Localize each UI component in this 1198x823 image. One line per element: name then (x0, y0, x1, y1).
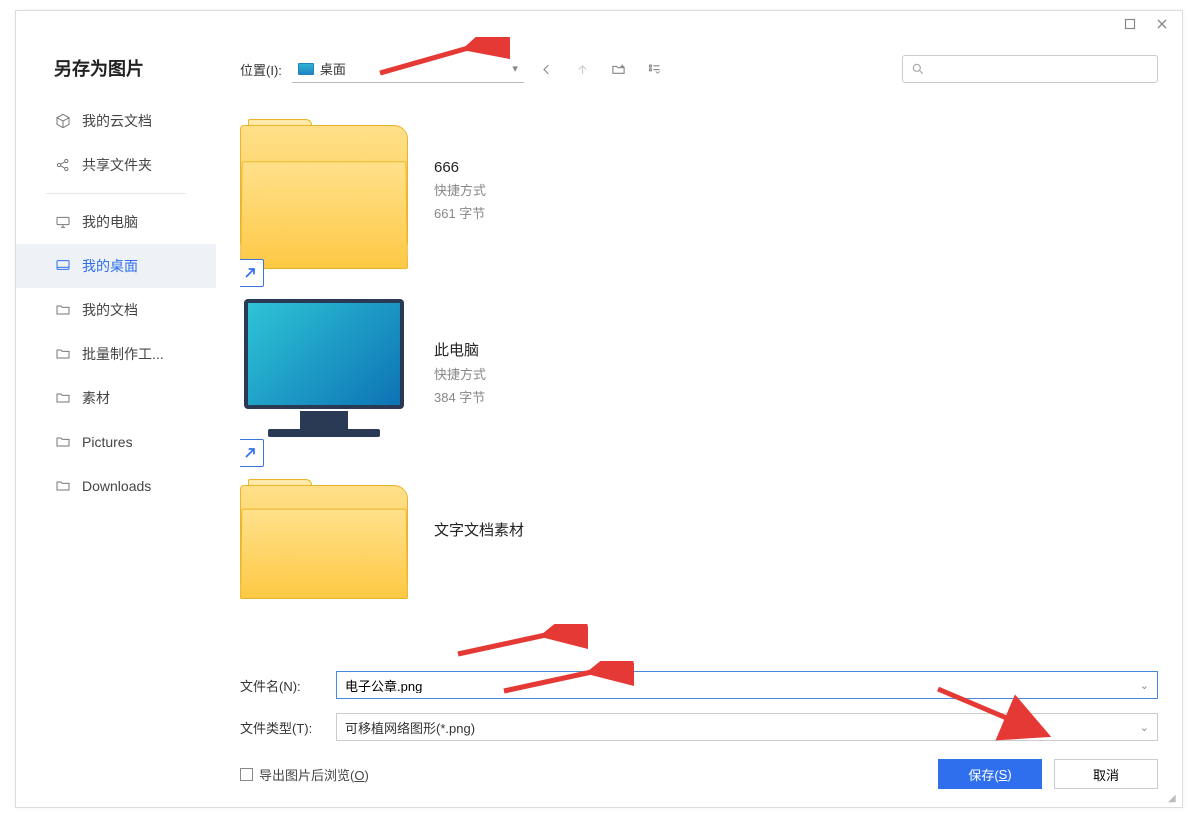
folder-icon (54, 389, 72, 407)
computer-thumbnail (240, 299, 416, 449)
sidebar: 另存为图片 我的云文档 共享文件夹 我的电脑 (16, 37, 216, 807)
file-size: 661 字节 (434, 203, 486, 222)
sidebar-item-documents[interactable]: 我的文档 (16, 288, 216, 332)
new-folder-button[interactable] (606, 56, 632, 82)
sidebar-item-computer[interactable]: 我的电脑 (16, 200, 216, 244)
file-name: 666 (434, 159, 486, 176)
folder-thumbnail (240, 479, 416, 599)
sidebar-item-label: Downloads (82, 478, 151, 494)
sidebar-item-label: 批量制作工... (82, 344, 164, 364)
desktop-icon (54, 257, 72, 275)
filetype-value: 可移植网络图形(*.png) (345, 718, 475, 737)
dialog-body: 另存为图片 我的云文档 共享文件夹 我的电脑 (16, 37, 1182, 807)
folder-icon (54, 345, 72, 363)
close-button[interactable] (1152, 14, 1172, 34)
preview-checkbox[interactable]: 导出图片后浏览(O) (240, 765, 369, 784)
sidebar-item-label: Pictures (82, 434, 133, 450)
sidebar-item-shared[interactable]: 共享文件夹 (16, 143, 216, 187)
back-button[interactable] (534, 56, 560, 82)
sidebar-item-desktop[interactable]: 我的桌面 (16, 244, 216, 288)
annotation-arrow (370, 37, 510, 83)
cancel-button[interactable]: 取消 (1054, 759, 1158, 789)
maximize-button[interactable] (1120, 14, 1140, 34)
sidebar-item-downloads[interactable]: Downloads (16, 464, 216, 508)
dialog-window: 另存为图片 我的云文档 共享文件夹 我的电脑 (15, 10, 1183, 808)
sidebar-item-label: 我的桌面 (82, 256, 138, 276)
file-meta: 此电脑 快捷方式 384 字节 (434, 299, 486, 406)
sidebar-item-batch[interactable]: 批量制作工... (16, 332, 216, 376)
sidebar-item-label: 共享文件夹 (82, 155, 152, 175)
sidebar-item-label: 我的云文档 (82, 111, 152, 131)
location-label: 位置(I): (240, 60, 282, 79)
folder-icon (54, 477, 72, 495)
file-item[interactable]: 文字文档素材 (240, 479, 1158, 599)
filename-label: 文件名(N): (240, 676, 324, 695)
file-meta: 666 快捷方式 661 字节 (434, 119, 486, 222)
filetype-label: 文件类型(T): (240, 718, 324, 737)
shortcut-icon (240, 259, 264, 287)
folder-icon (54, 433, 72, 451)
search-box[interactable] (902, 55, 1158, 83)
file-list[interactable]: 666 快捷方式 661 字节 此电脑 (240, 89, 1158, 667)
folder-icon (54, 301, 72, 319)
chevron-down-icon[interactable]: ⌄ (1140, 721, 1149, 734)
file-meta: 文字文档素材 (434, 479, 524, 540)
main-panel: 位置(I): 桌面 ▾ (216, 37, 1182, 807)
file-item[interactable]: 此电脑 快捷方式 384 字节 (240, 299, 1158, 449)
resize-grip[interactable] (1168, 793, 1180, 805)
checkbox-box (240, 768, 253, 781)
file-item[interactable]: 666 快捷方式 661 字节 (240, 119, 1158, 269)
view-mode-button[interactable] (642, 56, 668, 82)
sidebar-item-pictures[interactable]: Pictures (16, 420, 216, 464)
annotation-arrow (494, 661, 634, 701)
shortcut-icon (240, 439, 264, 467)
sidebar-item-cloud-docs[interactable]: 我的云文档 (16, 99, 216, 143)
computer-icon (54, 213, 72, 231)
location-value: 桌面 (320, 59, 346, 78)
action-row: 导出图片后浏览(O) 保存(S) 取消 (240, 759, 1158, 789)
search-input[interactable] (931, 62, 1149, 76)
cube-icon (54, 112, 72, 130)
desktop-icon (298, 63, 314, 75)
sidebar-item-label: 素材 (82, 388, 110, 408)
file-name: 此电脑 (434, 339, 486, 360)
checkbox-label: 导出图片后浏览(O) (259, 765, 369, 784)
up-button[interactable] (570, 56, 596, 82)
dialog-title: 另存为图片 (16, 49, 216, 99)
file-size: 384 字节 (434, 387, 486, 406)
file-type: 快捷方式 (434, 180, 486, 199)
file-type: 快捷方式 (434, 364, 486, 383)
annotation-arrow (448, 624, 588, 664)
save-button[interactable]: 保存(S) (938, 759, 1042, 789)
sidebar-item-material[interactable]: 素材 (16, 376, 216, 420)
file-name: 文字文档素材 (434, 519, 524, 540)
sidebar-item-label: 我的电脑 (82, 212, 138, 232)
chevron-down-icon[interactable]: ⌄ (1140, 679, 1149, 692)
titlebar (16, 11, 1182, 37)
chevron-down-icon: ▾ (512, 62, 518, 75)
folder-thumbnail (240, 119, 416, 269)
search-icon (911, 62, 925, 76)
divider (46, 193, 186, 194)
annotation-arrow (932, 685, 1052, 741)
share-icon (54, 156, 72, 174)
sidebar-item-label: 我的文档 (82, 300, 138, 320)
